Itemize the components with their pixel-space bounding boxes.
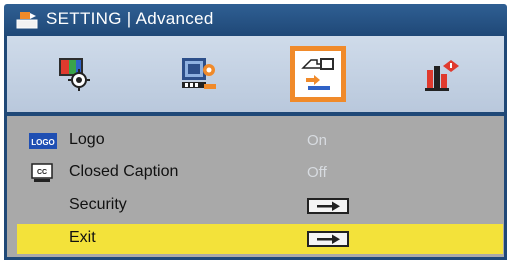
- menu-panel: LOGO Logo On CC Closed Caption Off Secur…: [4, 112, 507, 260]
- options-chart-icon: [425, 60, 459, 91]
- display-settings-icon: [182, 58, 216, 89]
- tab-bar: [4, 36, 507, 112]
- menu-item-label: Exit: [69, 229, 96, 246]
- menu-separator: [7, 112, 504, 116]
- menu-item-security[interactable]: Security: [19, 191, 501, 221]
- exit-enter-button[interactable]: [307, 231, 349, 247]
- cc-icon-text: CC: [37, 169, 47, 176]
- menu-item-exit[interactable]: Exit: [17, 224, 503, 254]
- tab-display[interactable]: [171, 46, 227, 102]
- tab-setting[interactable]: [290, 46, 346, 102]
- page-title: SETTING | Advanced: [46, 9, 214, 28]
- menu-item-label: Security: [69, 196, 127, 213]
- image-settings-icon: [59, 58, 90, 91]
- menu-item-label: Logo: [69, 131, 105, 148]
- menu-item-closed-caption[interactable]: CC Closed Caption Off: [19, 158, 501, 188]
- osd-menu: SETTING | Advanced LOGO Logo On CC Close…: [4, 4, 507, 260]
- closed-caption-value: Off: [307, 164, 327, 181]
- enter-submenu-button[interactable]: [307, 198, 349, 214]
- tab-image[interactable]: [45, 46, 101, 102]
- menu-item-label: Closed Caption: [69, 163, 179, 180]
- setting-hand-icon: [301, 58, 334, 90]
- setting-icon: [16, 12, 38, 29]
- logo-icon-text: LOGO: [31, 138, 55, 147]
- title-bar: SETTING | Advanced: [4, 4, 507, 36]
- logo-value: On: [307, 132, 328, 149]
- menu-item-logo[interactable]: LOGO Logo On: [19, 126, 501, 156]
- tab-options[interactable]: [413, 46, 469, 102]
- right-arrow-icon: [317, 234, 340, 244]
- logo-icon: LOGO: [29, 133, 57, 149]
- right-arrow-icon: [317, 201, 340, 211]
- closed-caption-icon: CC: [31, 163, 53, 182]
